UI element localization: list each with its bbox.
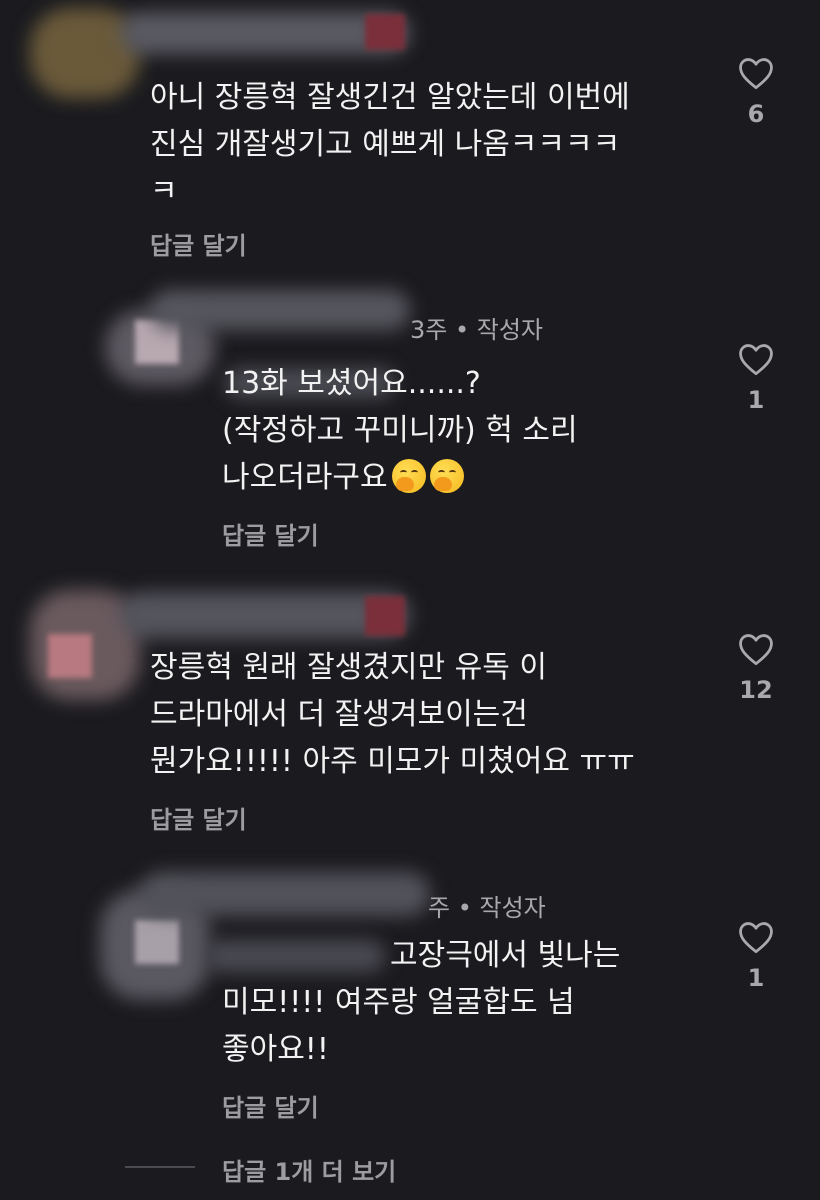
comment-3: 장릉혁 원래 잘생겼지만 유독 이 드라마에서 더 잘생겨보이는건 뭔가요!!!…: [0, 570, 820, 860]
comment-text: 고장극에서 빛나는 미모!!!! 여주랑 얼굴합도 넘 좋아요!!: [222, 938, 621, 1067]
like-button[interactable]: 6: [726, 56, 786, 128]
redacted-username: [150, 290, 410, 330]
comment-text: 13화 보셨어요......? (작정하고 꾸미니까) 헉 소리 나오더라구요: [222, 360, 742, 501]
comment-text: 아니 장릉혁 잘생긴건 알았는데 이번에 진심 개잘생기고 예쁘게 나옴ㅋㅋㅋㅋ…: [150, 80, 630, 209]
view-more-replies-row: 답글 1개 더 보기: [0, 1140, 820, 1200]
like-count: 1: [747, 386, 765, 414]
reply-button[interactable]: 답글 달기: [150, 226, 247, 261]
like-count: 6: [747, 100, 765, 128]
reply-button[interactable]: 답글 달기: [222, 1088, 319, 1123]
redacted-pixel: [48, 634, 92, 678]
redacted-pixel: [365, 14, 405, 50]
reply-button[interactable]: 답글 달기: [222, 516, 319, 551]
heart-outline-icon: [739, 344, 773, 376]
face-with-hand-over-mouth-icon: [429, 459, 464, 493]
comment-1: 아니 장릉혁 잘생긴건 알았는데 이번에 진심 개잘생기고 예쁘게 나옴ㅋㅋㅋㅋ…: [0, 0, 820, 280]
comment-meta: 주 • 작성자: [428, 894, 546, 922]
heart-outline-icon: [739, 58, 773, 90]
comment-meta: 3주 • 작성자: [410, 316, 544, 344]
heart-outline-icon: [739, 634, 773, 666]
heart-outline-icon: [739, 922, 773, 954]
reply-button[interactable]: 답글 달기: [150, 800, 247, 835]
like-button[interactable]: 12: [726, 632, 786, 704]
comment-4: 주 • 작성자 고장극에서 빛나는 미모!!!! 여주랑 얼굴합도 넘 좋아요!…: [0, 860, 820, 1140]
like-button[interactable]: 1: [726, 342, 786, 414]
comment-text: 장릉혁 원래 잘생겼지만 유독 이 드라마에서 더 잘생겨보이는건 뭔가요!!!…: [150, 650, 635, 779]
redacted-pixel: [135, 920, 179, 964]
divider-line: [125, 1166, 195, 1168]
comment-2: 3주 • 작성자 13화 보셨어요......? (작정하고 꾸미니까) 헉 소…: [0, 280, 820, 570]
redacted-username: [140, 872, 430, 916]
like-count: 12: [739, 676, 773, 704]
face-with-hand-over-mouth-icon: [391, 459, 426, 493]
like-count: 1: [747, 964, 765, 992]
redacted-pixel: [365, 596, 405, 636]
view-more-replies-button[interactable]: 답글 1개 더 보기: [222, 1152, 396, 1187]
like-button[interactable]: 1: [726, 920, 786, 992]
